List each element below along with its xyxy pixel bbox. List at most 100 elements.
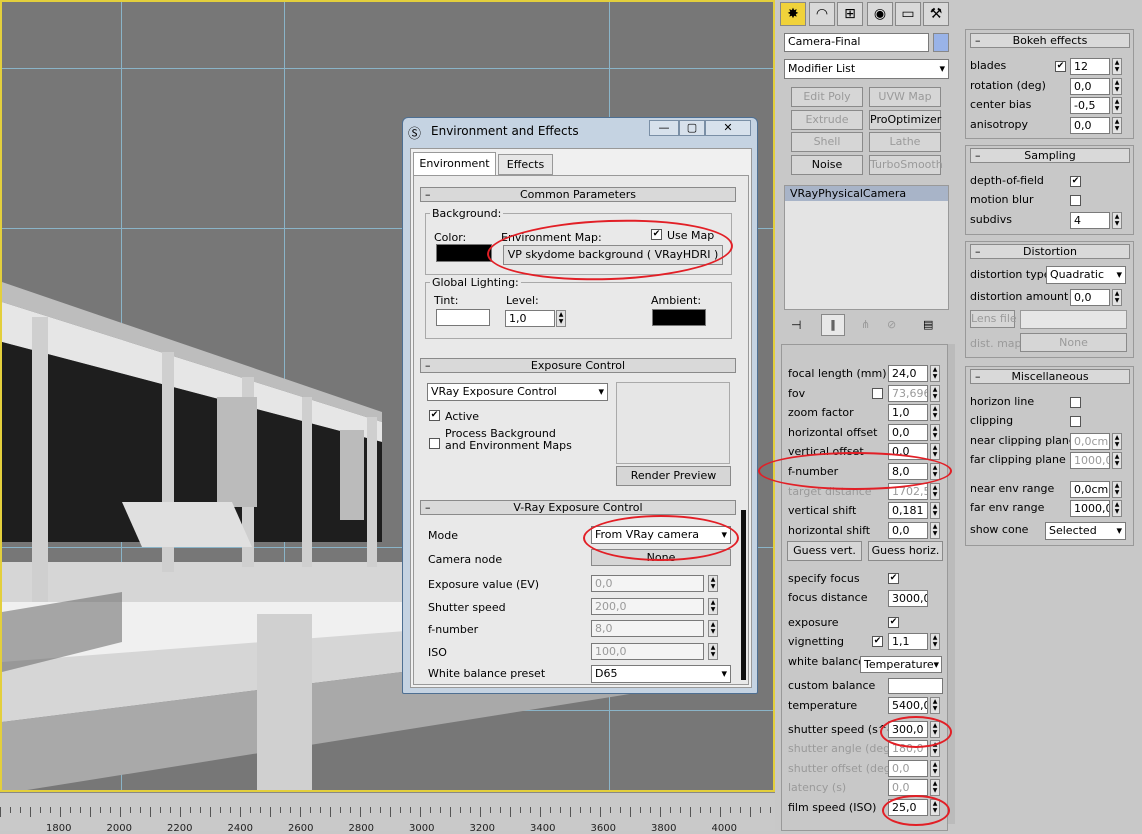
modifier-button[interactable]: ProOptimizer [869,109,941,130]
near-env-spinner[interactable]: ▲ ▼ [1112,481,1122,498]
distortion-amount-field[interactable]: 0,0 [1070,289,1110,306]
exposure-checkbox[interactable]: ✔ [888,617,899,628]
iso-spinner[interactable]: ▲ ▼ [708,643,718,660]
param-spinner[interactable]: ▲ ▼ [930,404,940,422]
temperature-spinner[interactable]: ▲ ▼ [930,697,940,714]
motion-blur-checkbox[interactable] [1070,195,1081,206]
modifier-button[interactable]: Lathe [869,132,941,152]
fnumber-spinner[interactable]: ▲ ▼ [708,620,718,637]
rotation-spinner[interactable]: ▲ ▼ [1112,78,1122,95]
param-spinner[interactable]: ▲ ▼ [930,423,940,441]
vignetting-spinner[interactable]: ▲ ▼ [930,633,940,650]
shutter-offset-field[interactable]: 0,0 [888,760,928,777]
ambient-swatch[interactable] [652,309,706,326]
param-checkbox[interactable] [872,387,883,399]
display-tab-icon[interactable]: ▭ [895,2,921,26]
create-tab-icon[interactable]: ✸ [780,2,806,26]
exposure-type-dropdown[interactable]: VRay Exposure Control ▾ [427,383,608,401]
param-spinner[interactable]: ▲ ▼ [930,521,940,539]
level-spinner[interactable]: ▲ ▼ [556,310,566,327]
dof-checkbox[interactable]: ✔ [1070,176,1081,187]
make-unique-icon[interactable]: ⋔ [861,318,870,331]
focus-distance-field[interactable]: 3000,0c [888,590,928,607]
process-bg-checkbox[interactable] [429,438,440,449]
object-color-swatch[interactable] [933,33,949,52]
shutter-field[interactable]: 200,0 [591,598,704,615]
misc-header[interactable]: – Miscellaneous [970,369,1130,384]
sampling-header[interactable]: – Sampling [970,148,1130,163]
common-params-header[interactable]: – Common Parameters [420,187,736,202]
dist-map-button[interactable]: None [1020,333,1127,352]
level-field[interactable]: 1,0 [505,310,555,327]
show-cone-dropdown[interactable]: Selected ▾ [1045,522,1126,540]
near-clip-field[interactable]: 0,0cm [1070,433,1110,450]
anisotropy-spinner[interactable]: ▲ ▼ [1112,117,1122,134]
motion-tab-icon[interactable]: ◉ [867,2,893,26]
latency-field[interactable]: 0,0 [888,779,928,796]
temperature-field[interactable]: 5400,0 [888,697,928,714]
ev-field[interactable]: 0,0 [591,575,704,592]
near-clip-spinner[interactable]: ▲ ▼ [1112,433,1122,450]
iso-field[interactable]: 100,0 [591,643,704,660]
modifier-button[interactable]: Noise [791,154,863,175]
configure-sets-icon[interactable]: ▤ [923,318,933,331]
subdivs-spinner[interactable]: ▲ ▼ [1112,212,1122,229]
param-field[interactable]: 1,0 [888,404,928,422]
distortion-type-dropdown[interactable]: Quadratic ▾ [1046,266,1126,284]
guess-horiz-button[interactable]: Guess horiz. [868,541,943,561]
near-env-field[interactable]: 0,0cm [1070,481,1110,498]
param-spinner[interactable]: ▲ ▼ [930,502,940,520]
param-field[interactable]: 0,0 [888,423,928,441]
bokeh-header[interactable]: – Bokeh effects [970,33,1130,48]
specify-focus-checkbox[interactable]: ✔ [888,573,899,584]
background-color-swatch[interactable] [436,244,492,262]
modifier-list-dropdown[interactable]: Modifier List ▾ [784,59,949,79]
modifier-button[interactable]: Edit Poly [791,87,863,107]
distortion-header[interactable]: – Distortion [970,244,1130,259]
render-preview-button[interactable]: Render Preview [616,466,731,486]
param-field[interactable]: 0,0 [888,521,928,539]
custom-balance-swatch[interactable] [888,678,943,694]
wb-preset-dropdown[interactable]: D65 ▾ [591,665,731,683]
rollout-scrollbar[interactable] [948,344,955,824]
white-balance-dropdown[interactable]: Temperature ▾ [860,656,942,673]
maximize-button[interactable]: ▢ [679,120,705,136]
modifier-button[interactable]: TurboSmooth [869,154,943,175]
lens-file-button[interactable]: Lens file [970,310,1017,328]
modifier-button[interactable]: UVW Map [869,87,941,107]
far-clip-field[interactable]: 1000,0c [1070,452,1110,469]
vray-exposure-header[interactable]: – V-Ray Exposure Control [420,500,736,515]
anisotropy-field[interactable]: 0,0 [1070,117,1110,134]
vignetting-field[interactable]: 1,1 [888,633,928,650]
hierarchy-tab-icon[interactable]: ⊞ [837,2,863,26]
param-spinner[interactable]: ▲ ▼ [930,443,940,461]
modifier-button[interactable]: Extrude [791,109,863,130]
guess-vert-button[interactable]: Guess vert. [787,541,862,561]
dialog-scrollbar[interactable] [741,510,746,680]
modifier-stack[interactable]: VRayPhysicalCamera [784,185,949,310]
stack-item[interactable]: VRayPhysicalCamera [785,186,948,201]
shutter-offset-spinner[interactable]: ▲ ▼ [930,760,940,777]
param-field[interactable]: 24,0 [888,365,928,382]
active-checkbox[interactable]: ✔ [429,410,440,421]
clipping-checkbox[interactable] [1070,416,1081,427]
center-bias-spinner[interactable]: ▲ ▼ [1112,97,1122,114]
far-clip-spinner[interactable]: ▲ ▼ [1112,452,1122,469]
exposure-control-header[interactable]: – Exposure Control [420,358,736,373]
modifier-button[interactable]: Shell [791,132,863,152]
tab-environment[interactable]: Environment [413,152,496,176]
param-spinner[interactable]: ▲ ▼ [930,365,940,382]
horizon-line-checkbox[interactable] [1070,397,1081,408]
remove-modifier-icon[interactable]: ⊘ [887,318,896,331]
param-spinner[interactable]: ▲ ▼ [930,384,940,402]
minimize-button[interactable]: — [649,120,679,136]
far-env-field[interactable]: 1000,0c [1070,500,1110,517]
tint-swatch[interactable] [436,309,490,326]
distortion-amount-spinner[interactable]: ▲ ▼ [1112,289,1122,306]
pin-stack-icon[interactable]: ⊣ [791,318,801,332]
close-button[interactable]: ✕ [705,120,751,136]
far-env-spinner[interactable]: ▲ ▼ [1112,500,1122,517]
utilities-tab-icon[interactable]: ⚒ [923,2,949,26]
show-end-result-icon[interactable]: ‖ [821,314,845,336]
blades-spinner[interactable]: ▲ ▼ [1112,58,1122,75]
